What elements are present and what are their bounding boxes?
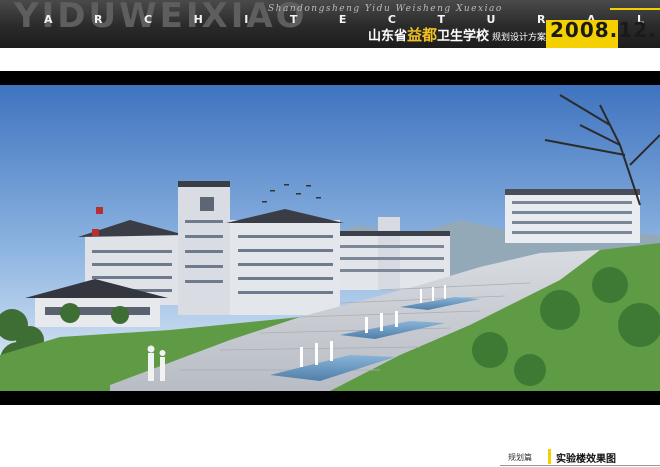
arch-letter: A	[44, 13, 53, 26]
title-school-name: 益都	[407, 26, 438, 44]
arch-letter: E	[338, 13, 347, 26]
footer-accent-bar	[548, 449, 551, 464]
rendering-illustration	[0, 85, 660, 391]
title-province: 山东省	[368, 29, 408, 44]
render-panel	[0, 71, 660, 405]
project-title: 山东省益都卫生学校 规划设计方案	[368, 24, 546, 45]
date-year: 2008	[550, 18, 610, 42]
architectural-rendering	[0, 85, 660, 391]
footer-line	[500, 465, 660, 466]
arch-letter: T	[289, 13, 298, 26]
arch-letter: C	[144, 13, 153, 26]
accent-line	[610, 8, 660, 10]
header-band: YIDUWEIXIAO Shandongsheng Yidu Weisheng …	[0, 0, 660, 48]
date-month: 12	[618, 18, 649, 42]
seal-stamp-2	[92, 229, 99, 236]
arch-letter: H	[193, 13, 203, 26]
date-separator-end: .	[648, 18, 657, 42]
arch-letter: R	[94, 13, 103, 26]
date-separator: .	[609, 18, 619, 42]
seal-stamp	[96, 207, 103, 214]
arch-letter: I	[244, 13, 249, 26]
far-right-building	[505, 189, 640, 243]
title-school-type: 卫生学校	[437, 29, 490, 44]
title-plan: 规划设计方案	[492, 33, 547, 43]
project-date: 2008.12.	[550, 18, 657, 42]
footer-title: 实验楼效果图	[556, 454, 616, 465]
footer-section-tag: 规划篇	[508, 453, 532, 462]
